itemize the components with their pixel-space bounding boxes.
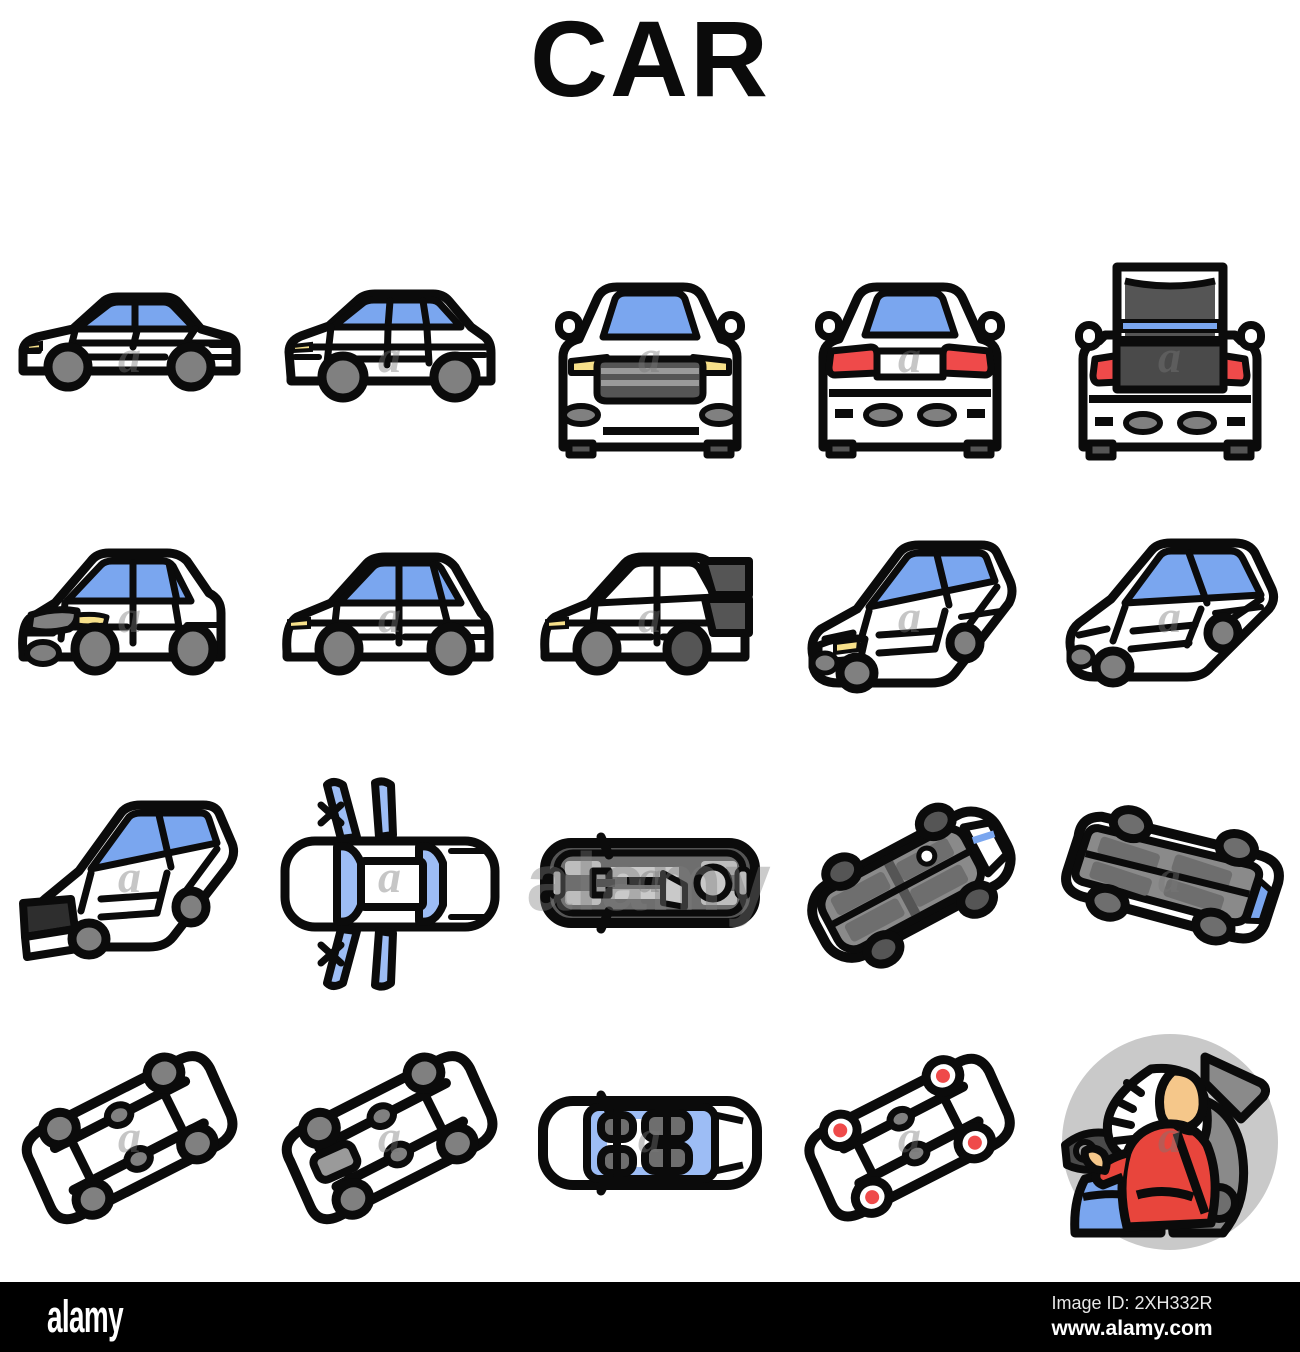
alamy-logo: alamy — [47, 1291, 124, 1342]
car-isometric-open-hood-icon — [19, 800, 239, 961]
airbag-deployment-icon — [1061, 1034, 1278, 1250]
sedan-side-angle-view-icon — [284, 289, 496, 403]
icon-sheet: CAR a a a a a a a a a a a a a a a a a a … — [0, 0, 1300, 1282]
car-isometric-rear-icon — [1065, 538, 1279, 688]
car-chassis-frame-icon — [21, 1051, 238, 1225]
stock-photo-page: CAR a a a a a a a a a a a a a a a a a a … — [0, 0, 1300, 1352]
icon-car-isometric-rear[interactable] — [1040, 492, 1300, 752]
icon-car-three-quarter-front[interactable] — [0, 492, 260, 752]
icon-car-front-view[interactable] — [520, 232, 780, 492]
car-overturned-side-icon — [1061, 805, 1284, 946]
icon-sedan-side-view[interactable] — [0, 232, 260, 492]
car-open-hatch-rear-icon — [540, 552, 753, 676]
page-title: CAR — [530, 0, 770, 119]
car-interior-seats-top-icon — [538, 1090, 762, 1196]
icon-car-top-doors-open[interactable] — [260, 752, 520, 1012]
icon-car-overturned-roof[interactable] — [780, 752, 1040, 1012]
car-top-doors-open-icon — [280, 777, 500, 991]
icon-grid — [0, 232, 1300, 1272]
icon-car-open-hatch-rear[interactable] — [520, 492, 780, 752]
icon-car-isometric-open-hood[interactable] — [0, 752, 260, 1012]
icon-car-isometric-front[interactable] — [780, 492, 1040, 752]
icon-car-open-trunk[interactable] — [1040, 232, 1300, 492]
alamy-footer-bar: alamy Image ID: 2XH332R www.alamy.com — [0, 1282, 1300, 1352]
icon-car-rear-view[interactable] — [780, 232, 1040, 492]
car-chassis-brakes-icon — [804, 1053, 1015, 1222]
hatchback-side-view-icon — [282, 552, 494, 676]
icon-car-chassis-drivetrain[interactable] — [260, 1012, 520, 1272]
image-id-label: Image ID: 2XH332R — [1051, 1293, 1213, 1313]
icon-car-interior-seats-top[interactable] — [520, 1012, 780, 1272]
car-undercarriage-top-icon — [540, 832, 760, 934]
icon-car-undercarriage-top[interactable] — [520, 752, 780, 1012]
car-three-quarter-front-icon — [18, 548, 226, 676]
car-rear-view-icon — [815, 282, 1005, 459]
sedan-side-view-icon — [18, 292, 241, 392]
footer-meta: Image ID: 2XH332R www.alamy.com — [982, 1291, 1282, 1343]
alamy-url-label: www.alamy.com — [1051, 1317, 1213, 1341]
car-open-trunk-icon — [1075, 262, 1265, 461]
car-overturned-roof-icon — [807, 802, 1016, 969]
car-front-view-icon — [555, 282, 745, 459]
icon-car-chassis-brakes[interactable] — [780, 1012, 1040, 1272]
icon-car-overturned-side[interactable] — [1040, 752, 1300, 1012]
icon-car-chassis-frame[interactable] — [0, 1012, 260, 1272]
icon-sedan-side-angle-view[interactable] — [260, 232, 520, 492]
car-isometric-front-icon — [807, 540, 1017, 694]
car-chassis-drivetrain-icon — [281, 1051, 498, 1225]
icon-hatchback-side-view[interactable] — [260, 492, 520, 752]
icon-airbag-deployment[interactable] — [1040, 1012, 1300, 1272]
